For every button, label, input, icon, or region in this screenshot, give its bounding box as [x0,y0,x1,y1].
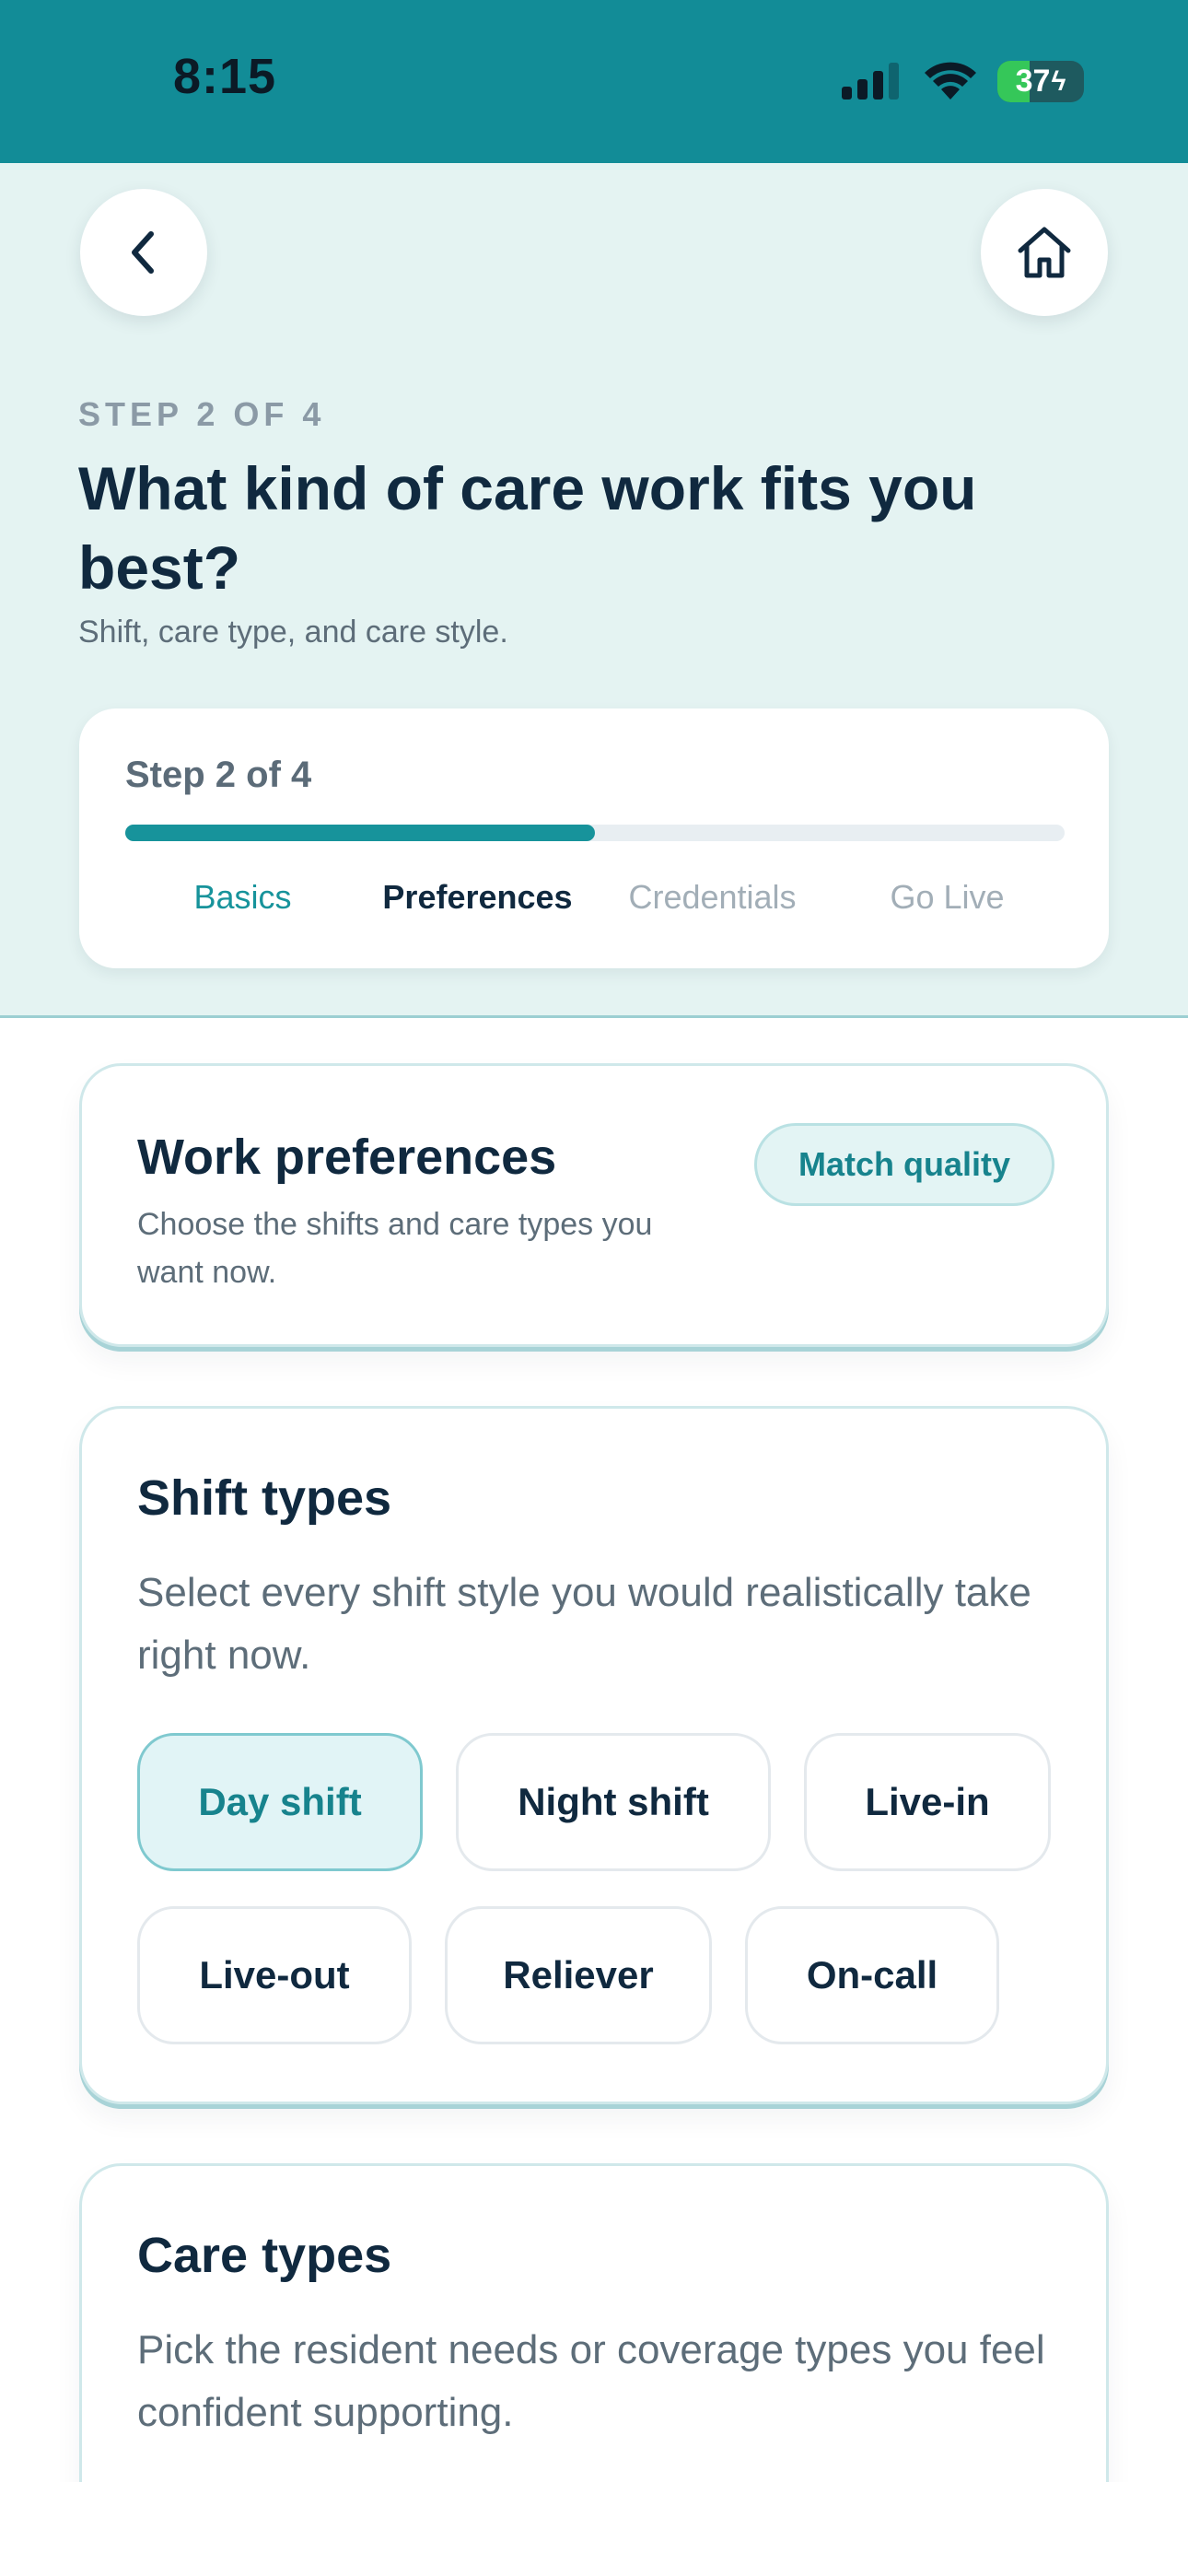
step-label: STEP 2 OF 4 [78,395,326,433]
shift-chip-night-shift[interactable]: Night shift [456,1733,771,1871]
shift-types-title: Shift types [137,1470,392,1526]
progress-card: Step 2 of 4 Basics Preferences Credentia… [79,708,1109,968]
work-preferences-card: Work preferences Choose the shifts and c… [79,1063,1109,1347]
care-types-description: Pick the resident needs or coverage type… [137,2327,1045,2435]
onboarding-header: STEP 2 OF 4 What kind of care work fits … [0,163,1188,1018]
back-button[interactable] [80,189,207,316]
progress-label: Step 2 of 4 [125,755,312,795]
wifi-icon [925,62,976,100]
home-button[interactable] [981,189,1108,316]
status-time: 8:15 [173,49,277,104]
page-subtitle: Shift, care type, and care style. [78,615,508,650]
shift-chip-on-call[interactable]: On-call [745,1906,999,2044]
chevron-left-icon [132,231,154,274]
progress-step-basics: Basics [193,878,292,916]
progress-step-credentials: Credentials [628,878,797,916]
care-types-title: Care types [137,2228,392,2283]
shift-types-card: Shift types Select every shift style you… [79,1406,1109,2104]
progress-step-preferences: Preferences [382,878,573,916]
status-bar: 8:15 37 ϟ [0,0,1188,163]
shift-chip-reliever[interactable]: Reliever [445,1906,712,2044]
progress-bar-fill [125,825,595,841]
progress-step-go-live: Go Live [890,878,1005,916]
bolt-icon: ϟ [1051,65,1066,97]
shift-chip-live-out[interactable]: Live-out [137,1906,412,2044]
shift-chip-day-shift[interactable]: Day shift [137,1733,423,1871]
progress-steps: Basics Preferences Credentials Go Live [125,878,1065,917]
work-preferences-description: Choose the shifts and care types you wan… [137,1207,653,1290]
shift-types-description: Select every shift style you would reali… [137,1570,1031,1678]
progress-bar [125,825,1065,841]
bottom-cutoff [0,2482,1188,2576]
shift-chip-live-in[interactable]: Live-in [804,1733,1051,1871]
battery-charging-icon: 37 ϟ [997,61,1084,102]
work-preferences-title: Work preferences [137,1130,557,1185]
page-title: What kind of care work fits you best? [78,454,977,602]
battery-level: 37 [1015,64,1051,99]
home-icon [1018,227,1071,278]
match-quality-badge: Match quality [754,1123,1054,1206]
cellular-signal-icon [842,63,899,100]
